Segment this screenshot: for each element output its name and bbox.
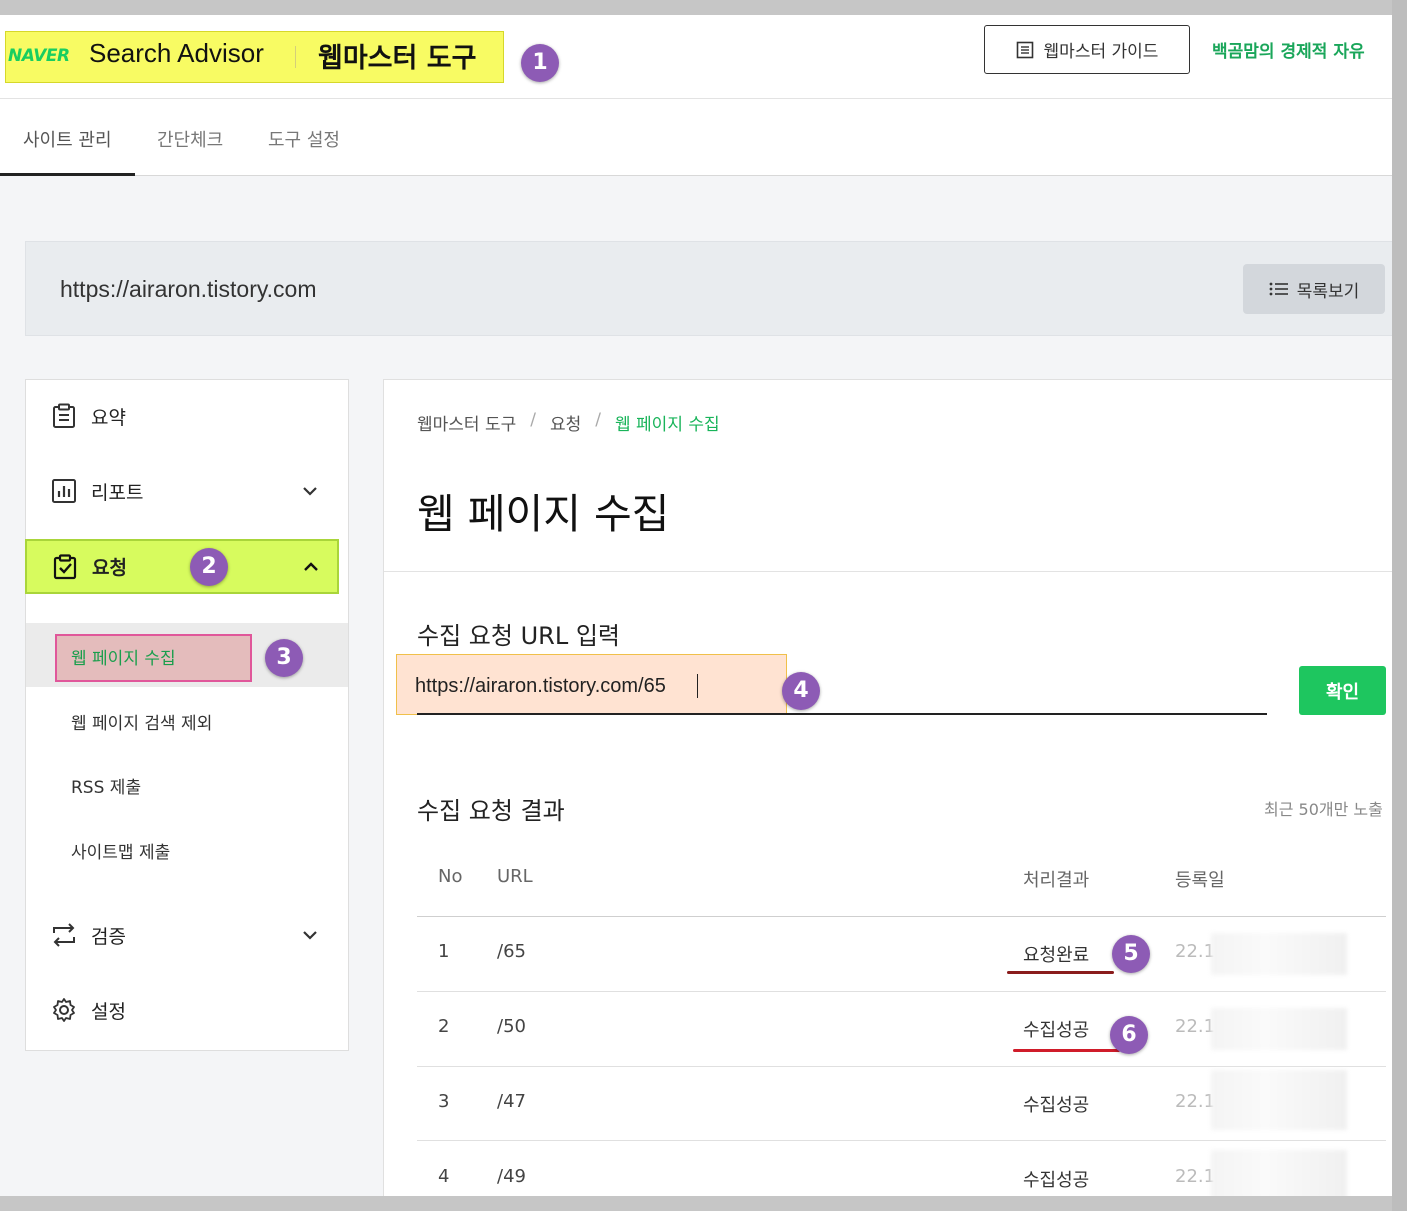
sub-item-web-page-collect[interactable]: 웹 페이지 수집: [71, 644, 176, 669]
table-header-divider: [417, 916, 1386, 917]
screenshot-frame: NAVER Search Advisor 웹마스터 도구 1 웹마스터 가이드 …: [0, 0, 1407, 1211]
text-caret: [697, 674, 698, 698]
row-url[interactable]: /47: [497, 1091, 526, 1112]
date-redaction: [1211, 1008, 1347, 1050]
breadcrumb-current: 웹 페이지 수집: [615, 415, 720, 435]
sidebar: 요약 리포트 요청 2 웹 페이지 수집 3 웹 페이지 검색 제외 RSS 제…: [25, 379, 349, 1051]
annotation-badge-1: 1: [521, 44, 559, 82]
row-date: 22.1: [1175, 941, 1216, 962]
recent-note: 최근 50개만 노출: [1264, 800, 1383, 819]
column-header-url: URL: [497, 866, 533, 887]
row-url[interactable]: /50: [497, 1016, 526, 1037]
clipboard-check-icon: [53, 553, 77, 579]
url-input[interactable]: [415, 670, 795, 702]
sub-item-rss-submit[interactable]: RSS 제출: [71, 773, 141, 798]
breadcrumb-separator: /: [595, 410, 601, 430]
result-section-label: 수집 요청 결과: [417, 797, 565, 825]
breadcrumb: 웹마스터 도구 / 요청 / 웹 페이지 수집: [417, 410, 720, 435]
top-header: NAVER Search Advisor 웹마스터 도구 1 웹마스터 가이드 …: [0, 15, 1392, 99]
sidebar-item-label: 검증: [91, 925, 126, 948]
sub-item-sitemap-submit[interactable]: 사이트맵 제출: [71, 838, 170, 863]
result-underline: [1013, 1049, 1120, 1052]
row-no: 3: [438, 1091, 450, 1112]
row-result: 수집성공: [1023, 1095, 1090, 1116]
list-view-button[interactable]: 목록보기: [1243, 264, 1385, 314]
date-redaction: [1211, 1070, 1347, 1130]
window-edge: [1392, 0, 1407, 1211]
row-result: 수집성공: [1023, 1020, 1090, 1041]
annotation-badge-2: 2: [190, 548, 228, 586]
sidebar-item-request[interactable]: 요청: [25, 539, 339, 594]
chart-icon: [52, 479, 76, 503]
naver-logo: NAVER: [8, 46, 70, 66]
list-view-label: 목록보기: [1296, 281, 1360, 302]
sub-item-web-page-exclude[interactable]: 웹 페이지 검색 제외: [71, 709, 212, 734]
breadcrumb-item[interactable]: 요청: [550, 410, 581, 435]
product-name: Search Advisor: [89, 38, 264, 68]
row-date: 22.1: [1175, 1016, 1216, 1037]
row-date: 22.1: [1175, 1166, 1216, 1187]
brand-divider: [295, 46, 296, 68]
row-url[interactable]: /49: [497, 1166, 526, 1187]
row-result: 수집성공: [1023, 1170, 1090, 1191]
brand-highlight[interactable]: NAVER Search Advisor 웹마스터 도구: [5, 31, 504, 83]
row-no: 2: [438, 1016, 450, 1037]
row-divider: [417, 991, 1386, 992]
swap-icon: [53, 923, 75, 947]
document-list-icon: [1016, 41, 1033, 58]
tab-site-management[interactable]: 사이트 관리: [23, 126, 112, 152]
tab-quick-check[interactable]: 간단체크: [157, 126, 223, 152]
column-header-result: 처리결과: [1023, 870, 1090, 891]
gear-icon: [53, 998, 75, 1022]
column-header-no: No: [438, 866, 463, 887]
tool-name: 웹마스터 도구: [318, 43, 477, 74]
chevron-down-icon: [303, 931, 317, 940]
sidebar-item-label: 리포트: [91, 481, 144, 504]
annotation-badge-4: 4: [782, 672, 820, 710]
row-no: 4: [438, 1166, 450, 1187]
annotation-badge-5: 5: [1112, 935, 1150, 973]
url-input-underline: [417, 713, 1267, 715]
page: NAVER Search Advisor 웹마스터 도구 1 웹마스터 가이드 …: [0, 15, 1392, 1196]
row-result: 요청완료: [1023, 945, 1090, 966]
sidebar-item-label: 설정: [91, 1000, 126, 1023]
date-redaction: [1211, 1150, 1347, 1196]
list-icon: [1269, 282, 1288, 296]
row-url[interactable]: /65: [497, 941, 526, 962]
sidebar-item-verify[interactable]: 검증: [26, 908, 348, 962]
chevron-up-icon: [304, 561, 318, 571]
site-url: https://airaron.tistory.com: [60, 276, 317, 302]
clipboard-icon: [53, 403, 75, 428]
chevron-down-icon: [303, 487, 317, 496]
guide-label: 웹마스터 가이드: [1043, 42, 1159, 62]
sidebar-item-label: 요청: [92, 557, 127, 579]
breadcrumb-item[interactable]: 웹마스터 도구: [417, 410, 516, 435]
date-redaction: [1211, 933, 1347, 975]
tab-tool-settings[interactable]: 도구 설정: [268, 126, 340, 152]
annotation-badge-6: 6: [1110, 1016, 1148, 1054]
site-bar: https://airaron.tistory.com 목록보기: [25, 241, 1392, 336]
result-underline: [1007, 971, 1114, 974]
input-section-label: 수집 요청 URL 입력: [417, 622, 620, 650]
user-name-link[interactable]: 백곰맘의 경제적 자유: [1212, 37, 1365, 62]
sidebar-item-report[interactable]: 리포트: [26, 464, 348, 518]
main-tabs: 사이트 관리 간단체크 도구 설정: [0, 99, 1392, 176]
main-panel: 웹마스터 도구 / 요청 / 웹 페이지 수집 웹 페이지 수집 수집 요청 U…: [383, 379, 1392, 1196]
sidebar-item-summary[interactable]: 요약: [26, 389, 348, 443]
column-header-date: 등록일: [1175, 870, 1225, 891]
breadcrumb-separator: /: [530, 410, 536, 430]
sidebar-item-settings[interactable]: 설정: [26, 983, 348, 1037]
row-divider: [417, 1066, 1386, 1067]
row-date: 22.1: [1175, 1091, 1216, 1112]
row-divider: [417, 1140, 1386, 1141]
page-title: 웹 페이지 수집: [417, 490, 670, 538]
row-no: 1: [438, 941, 450, 962]
confirm-button[interactable]: 확인: [1299, 666, 1386, 715]
title-divider: [384, 571, 1392, 572]
sidebar-item-label: 요약: [91, 406, 126, 429]
webmaster-guide-button[interactable]: 웹마스터 가이드: [984, 25, 1190, 74]
annotation-badge-3: 3: [265, 639, 303, 677]
active-tab-underline: [0, 173, 135, 176]
